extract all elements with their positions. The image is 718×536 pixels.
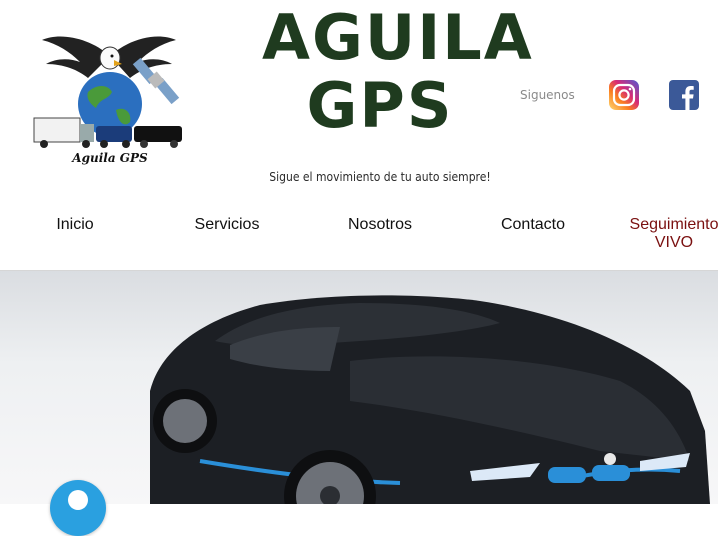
hero-banner (0, 271, 718, 504)
main-nav: Inicio Servicios Nosotros Contacto Segui… (0, 200, 718, 270)
nav-seguimiento-vivo[interactable]: Seguimiento VIVO (618, 216, 718, 252)
chat-icon (68, 490, 88, 510)
logo-caption: Aguila GPS (71, 151, 148, 165)
site-logo[interactable]: Aguila GPS (30, 18, 190, 168)
nav-live-line-2: VIVO (654, 234, 694, 251)
facebook-link[interactable] (669, 80, 699, 110)
facebook-icon (669, 80, 699, 110)
instagram-link[interactable] (609, 80, 639, 110)
eagle-globe-logo: Aguila GPS (33, 36, 182, 165)
nav-live-line-1: Seguimiento (629, 216, 718, 233)
nav-nosotros[interactable]: Nosotros (333, 216, 427, 234)
tagline: Sigue el movimiento de tu auto siempre! (269, 170, 491, 184)
brand-line-2: GPS (306, 69, 454, 142)
nav-inicio[interactable]: Inicio (44, 216, 106, 234)
chat-button[interactable] (50, 480, 106, 536)
sports-car-image (150, 295, 710, 504)
brand-title: AGUILA GPS (262, 1, 534, 142)
nav-contacto[interactable]: Contacto (486, 216, 580, 234)
follow-label: Siguenos (520, 88, 575, 102)
instagram-icon (609, 80, 639, 110)
nav-servicios[interactable]: Servicios (180, 216, 274, 234)
brand-line-1: AGUILA (262, 1, 534, 74)
